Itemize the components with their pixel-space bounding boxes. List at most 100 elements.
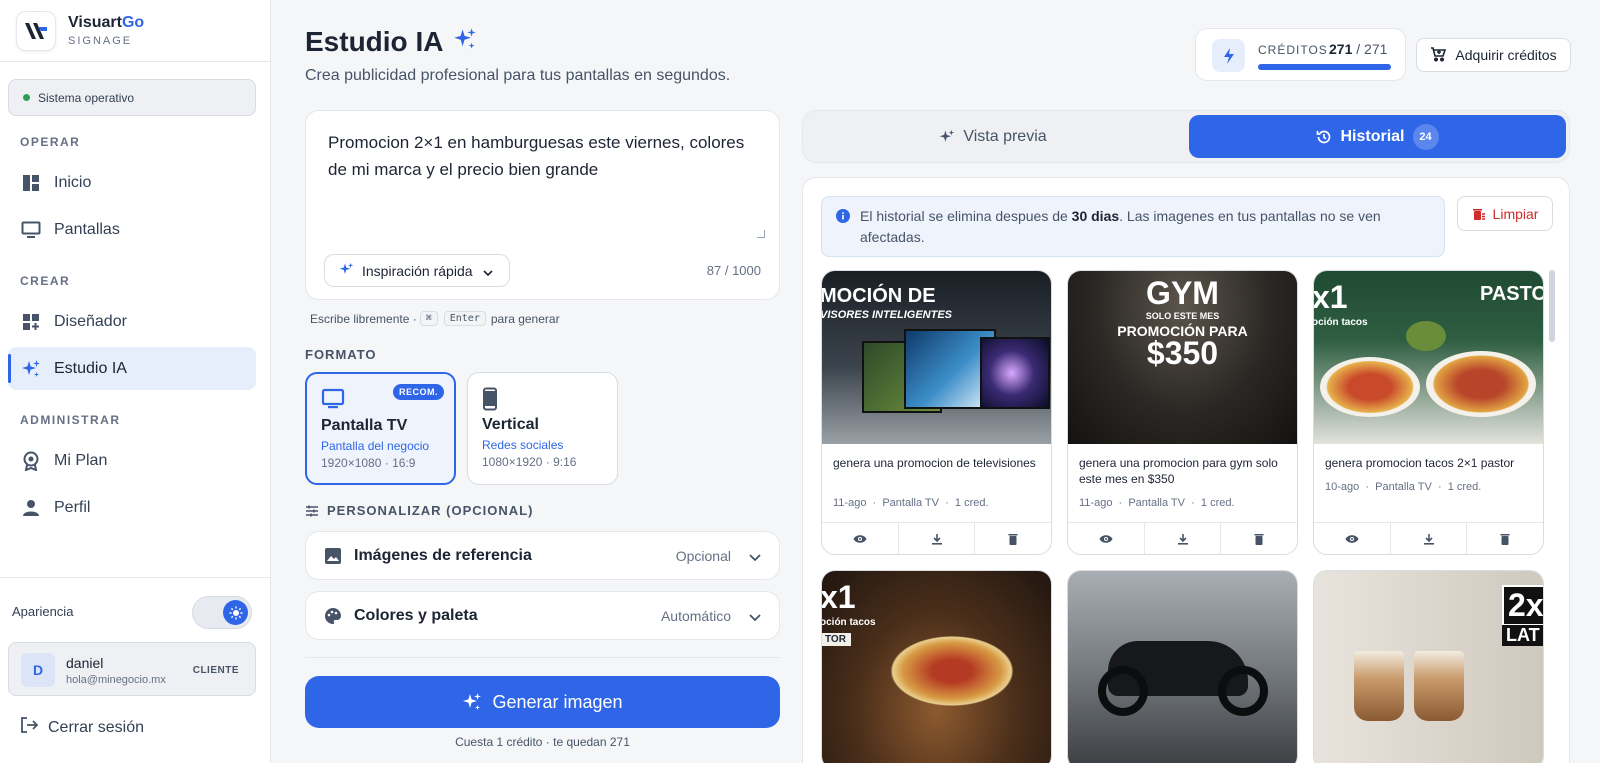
buy-credits-button[interactable]: Adquirir créditos [1416, 38, 1571, 72]
format-option-vertical[interactable]: Vertical Redes sociales 1080×1920 · 9:16 [467, 372, 618, 485]
download-button[interactable] [1145, 523, 1222, 554]
kbd-enter: Enter [443, 311, 486, 326]
scrollbar[interactable] [1549, 270, 1555, 342]
logout-icon [20, 716, 39, 739]
format-subtitle: Redes sociales [482, 438, 564, 452]
credits-label: CRÉDITOS [1258, 43, 1328, 57]
thumbnail-text: x1 [822, 579, 856, 615]
history-thumbnail[interactable]: GYM SOLO ESTE MES PROMOCIÓN PARA $350 [1068, 271, 1297, 444]
thumbnail-text: TOR [822, 633, 851, 646]
clear-history-button[interactable]: Limpiar [1457, 196, 1553, 231]
format-spec: 1080×1920 · 9:16 [482, 455, 577, 469]
history-card[interactable] [1067, 570, 1298, 763]
tab-label: Historial [1340, 127, 1405, 145]
history-thumbnail[interactable]: MOCIÓN DE VISORES INTELIGENTES [822, 271, 1051, 444]
delete-button[interactable] [1221, 523, 1297, 554]
sidebar-item-label: Perfil [54, 498, 91, 516]
history-meta: 11-ago · Pantalla TV · 1 cred. [1079, 497, 1235, 509]
tab-preview[interactable]: Vista previa [807, 115, 1179, 158]
divider [305, 657, 780, 658]
format-option-tv[interactable]: RECOM. Pantalla TV Pantalla del negocio … [305, 372, 456, 485]
user-role-badge: CLIENTE [192, 665, 239, 676]
format-spec: 1920×1080 · 16:9 [321, 456, 416, 470]
history-thumbnail[interactable]: x1 oción tacos PASTO [1314, 271, 1543, 444]
credits-count: 271 / 271 [1329, 41, 1388, 57]
thumbnail-text: oción tacos [822, 617, 876, 628]
reference-images-accordion[interactable]: Imágenes de referencia Opcional [305, 531, 780, 580]
history-meta: 10-ago · Pantalla TV · 1 cred. [1325, 481, 1482, 493]
user-name: daniel [66, 655, 104, 671]
accordion-value: Opcional [675, 547, 731, 564]
prompt-card: Inspiración rápida 87 / 1000 [305, 110, 780, 300]
card-actions [822, 522, 1051, 554]
tab-history[interactable]: Historial 24 [1189, 115, 1566, 158]
sidebar-item-mi-plan[interactable]: Mi Plan [8, 439, 256, 482]
user-card[interactable]: D daniel hola@minegocio.mx CLIENTE [8, 642, 256, 696]
brand[interactable]: VisuartGo SIGNAGE [0, 0, 270, 62]
info-text: El historial se elimina despues de [860, 208, 1072, 224]
sidebar-item-pantallas[interactable]: Pantallas [8, 208, 256, 251]
buy-credits-label: Adquirir créditos [1455, 47, 1557, 63]
bolt-icon [1212, 39, 1245, 72]
card-actions [1068, 522, 1297, 554]
download-button[interactable] [1391, 523, 1468, 554]
appearance-toggle[interactable] [192, 596, 252, 629]
delete-button[interactable] [1467, 523, 1543, 554]
avatar: D [21, 653, 55, 687]
thumbnail-text: MOCIÓN DE [822, 285, 936, 307]
sparkle-icon [939, 129, 955, 145]
history-thumbnail[interactable] [1068, 571, 1297, 763]
sparkle-icon [339, 262, 354, 280]
delete-button[interactable] [975, 523, 1051, 554]
history-caption: genera promocion tacos 2×1 pastor [1325, 456, 1515, 470]
sidebar-item-inicio[interactable]: Inicio [8, 161, 256, 204]
thumbnail-text: LAT [1502, 625, 1543, 646]
cart-icon [1430, 46, 1447, 65]
history-thumbnail[interactable]: 2x LAT [1314, 571, 1543, 763]
download-icon [1423, 533, 1434, 545]
colors-palette-accordion[interactable]: Colores y paleta Automático [305, 591, 780, 640]
appearance-label: Apariencia [12, 604, 74, 619]
generate-image-button[interactable]: Generar imagen [305, 676, 780, 728]
history-card[interactable]: MOCIÓN DE VISORES INTELIGENTES genera un… [821, 270, 1052, 555]
system-status: Sistema operativo [8, 79, 256, 116]
logout-label: Cerrar sesión [48, 718, 145, 736]
history-icon [1316, 129, 1332, 145]
format-subtitle: Pantalla del negocio [321, 439, 430, 453]
thumbnail-text: VISORES INTELIGENTES [822, 309, 953, 321]
customize-label: PERSONALIZAR (OPCIONAL) [305, 503, 533, 518]
quick-inspiration-button[interactable]: Inspiración rápida [324, 254, 510, 287]
view-button[interactable] [1068, 523, 1145, 554]
char-counter: 87 / 1000 [706, 263, 761, 278]
resize-handle[interactable] [757, 230, 765, 238]
history-card[interactable]: 2x LAT [1313, 570, 1544, 763]
person-icon [21, 498, 41, 518]
history-card[interactable]: x1 oción tacos PASTO genera promocion ta… [1313, 270, 1544, 555]
sidebar-item-disenador[interactable]: Diseñador [8, 300, 256, 343]
plan-badge-icon [21, 451, 41, 471]
history-thumbnail[interactable]: x1 oción tacos TOR [822, 571, 1051, 763]
info-icon [836, 208, 850, 229]
view-button[interactable] [1314, 523, 1391, 554]
logo-icon [16, 10, 56, 51]
view-button[interactable] [822, 523, 899, 554]
credits-widget: CRÉDITOS 271 / 271 [1195, 28, 1406, 81]
brand-name: VisuartGo [68, 13, 145, 31]
download-button[interactable] [899, 523, 976, 554]
keyboard-hint: Escribe libremente · ⌘ Enter para genera… [310, 311, 560, 326]
eye-icon [853, 534, 867, 543]
logout-button[interactable]: Cerrar sesión [20, 716, 144, 739]
thumbnail-text: x1 [1314, 279, 1348, 315]
prompt-input[interactable] [328, 129, 760, 239]
sun-icon [223, 600, 248, 625]
eye-icon [1099, 534, 1113, 543]
trash-icon [1472, 207, 1486, 221]
sidebar-item-perfil[interactable]: Perfil [8, 486, 256, 529]
history-card[interactable]: GYM SOLO ESTE MES PROMOCIÓN PARA $350 ge… [1067, 270, 1298, 555]
download-icon [931, 533, 942, 545]
history-card[interactable]: x1 oción tacos TOR [821, 570, 1052, 763]
generate-image-label: Generar imagen [492, 691, 623, 712]
kbd-cmd: ⌘ [419, 311, 438, 326]
sidebar-item-estudio-ia[interactable]: Estudio IA [8, 347, 256, 390]
hint-text: Escribe libremente · [310, 311, 417, 326]
